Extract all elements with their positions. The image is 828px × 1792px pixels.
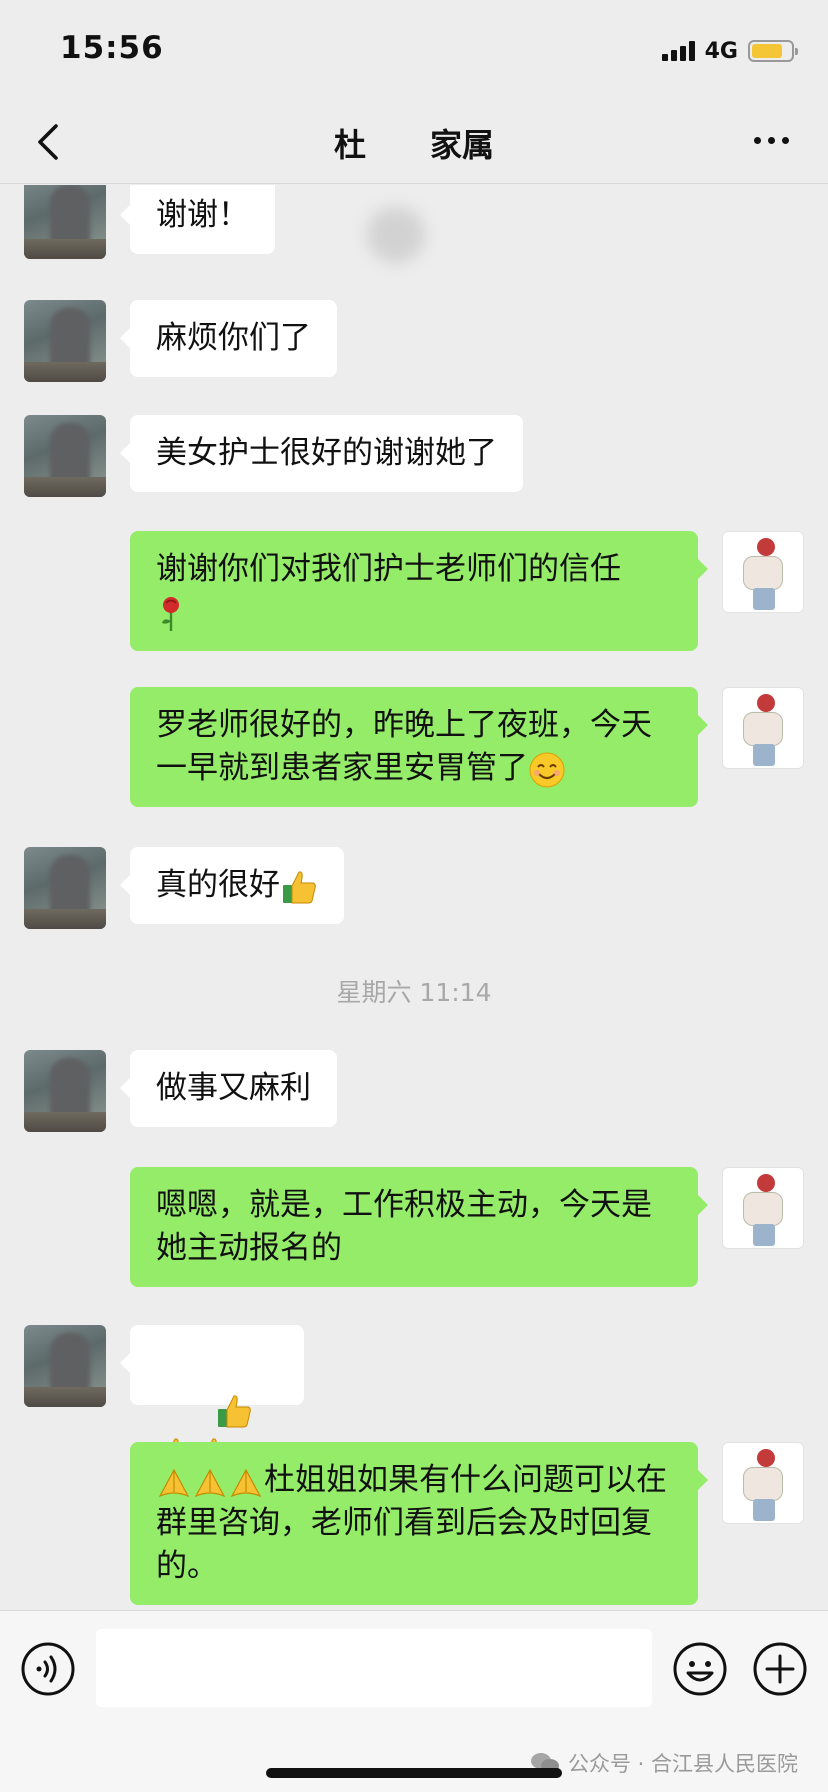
avatar[interactable] (24, 415, 106, 497)
avatar[interactable] (722, 687, 804, 769)
smile-icon (529, 752, 565, 787)
avatar[interactable] (722, 531, 804, 613)
message-list[interactable]: 谢谢！ 麻烦你们了 美女护士很好的谢谢她了 谢谢你们对我们护士老师们的信任 罗老… (0, 185, 828, 1610)
voice-icon[interactable] (20, 1641, 76, 1697)
avatar[interactable] (24, 185, 106, 259)
praying-hands-icon (158, 1468, 190, 1497)
watermark: 公众号 · 合江县人民医院 (530, 1748, 798, 1778)
avatar[interactable] (722, 1167, 804, 1249)
battery-icon (748, 40, 798, 62)
praying-hands-icon (230, 1468, 262, 1497)
message-bubble[interactable] (120, 1325, 304, 1470)
message-bubble[interactable]: 做事又麻利 (120, 1050, 337, 1127)
thumbs-up-icon (283, 870, 316, 903)
message-bubble[interactable]: 杜姐姐如果有什么问题可以在群里咨询，老师们看到后会及时回复的。 (130, 1442, 708, 1605)
chat-title: 杜 家属 (333, 126, 494, 164)
thumbs-up-icon (218, 1394, 251, 1427)
avatar[interactable] (24, 847, 106, 929)
status-indicators: 4G (661, 36, 798, 66)
watermark-text: 公众号 · 合江县人民医院 (567, 1752, 798, 1776)
signal-icon (661, 41, 695, 61)
emoji-icon[interactable] (672, 1641, 728, 1697)
status-time: 15:56 (60, 30, 164, 66)
more-icon[interactable] (754, 130, 794, 150)
home-indicator[interactable] (266, 1768, 562, 1778)
message-bubble[interactable]: 谢谢！ (120, 185, 275, 254)
avatar[interactable] (24, 1050, 106, 1132)
message-bubble[interactable]: 嗯嗯，就是，工作积极主动，今天是她主动报名的 (130, 1167, 708, 1287)
message-bubble[interactable]: 麻烦你们了 (120, 300, 337, 377)
avatar[interactable] (722, 1442, 804, 1524)
chat-timestamp: 星期六 11:14 (336, 978, 492, 1007)
status-bar: 15:56 4G (0, 0, 828, 100)
rose-icon (162, 596, 179, 631)
message-bubble[interactable]: 美女护士很好的谢谢她了 (120, 415, 523, 492)
message-input[interactable] (96, 1629, 652, 1707)
message-bubble[interactable]: 真的很好 (120, 847, 344, 924)
praying-hands-icon (194, 1468, 226, 1497)
message-bubble[interactable]: 谢谢你们对我们护士老师们的信任 (130, 531, 708, 651)
chat-header: 杜 家属 (0, 100, 828, 270)
plus-icon[interactable] (752, 1641, 808, 1697)
avatar[interactable] (24, 300, 106, 382)
network-label: 4G (704, 38, 738, 64)
input-bar: 公众号 · 合江县人民医院 (0, 1610, 828, 1792)
avatar[interactable] (24, 1325, 106, 1407)
message-bubble[interactable]: 罗老师很好的，昨晚上了夜班，今天一早就到患者家里安胃管了 (130, 687, 708, 807)
